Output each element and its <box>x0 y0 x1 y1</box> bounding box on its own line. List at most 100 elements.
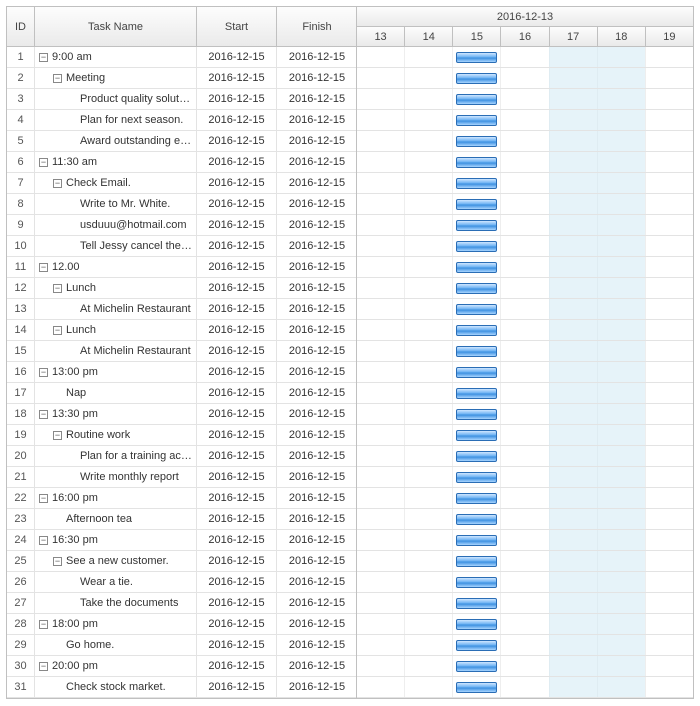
table-row[interactable]: 4Plan for next season.2016-12-152016-12-… <box>7 110 356 131</box>
table-row[interactable]: 27Take the documents2016-12-152016-12-15 <box>7 593 356 614</box>
gantt-bar[interactable] <box>456 640 497 651</box>
table-row[interactable]: 3Product quality solution.2016-12-152016… <box>7 89 356 110</box>
gantt-bar[interactable] <box>456 493 497 504</box>
cell-start: 2016-12-15 <box>197 299 277 319</box>
gantt-bar[interactable] <box>456 283 497 294</box>
cell-start: 2016-12-15 <box>197 572 277 592</box>
table-row[interactable]: 20Plan for a training activity2016-12-15… <box>7 446 356 467</box>
collapse-toggle-icon[interactable]: − <box>39 620 48 629</box>
collapse-toggle-icon[interactable]: − <box>53 431 62 440</box>
gantt-bar[interactable] <box>456 556 497 567</box>
gantt-bar[interactable] <box>456 514 497 525</box>
collapse-toggle-icon[interactable]: − <box>53 557 62 566</box>
gantt-bar[interactable] <box>456 262 497 273</box>
table-row[interactable]: 23Afternoon tea2016-12-152016-12-15 <box>7 509 356 530</box>
timeline-row <box>357 383 693 404</box>
col-header-id[interactable]: ID <box>7 7 35 47</box>
col-header-task[interactable]: Task Name <box>35 7 197 47</box>
cell-finish: 2016-12-15 <box>277 593 357 613</box>
gantt-bar[interactable] <box>456 73 497 84</box>
gantt-bar[interactable] <box>456 304 497 315</box>
collapse-toggle-icon[interactable]: − <box>39 53 48 62</box>
cell-finish: 2016-12-15 <box>277 467 357 487</box>
gantt-bar[interactable] <box>456 220 497 231</box>
gantt-bar[interactable] <box>456 367 497 378</box>
collapse-toggle-icon[interactable]: − <box>39 368 48 377</box>
collapse-toggle-icon[interactable]: − <box>39 263 48 272</box>
table-row[interactable]: 7−Check Email.2016-12-152016-12-15 <box>7 173 356 194</box>
task-name: Tell Jessy cancel the activity. <box>80 240 192 252</box>
table-row[interactable]: 15At Michelin Restaurant2016-12-152016-1… <box>7 341 356 362</box>
table-row[interactable]: 18−13:30 pm2016-12-152016-12-15 <box>7 404 356 425</box>
table-row[interactable]: 14−Lunch2016-12-152016-12-15 <box>7 320 356 341</box>
collapse-toggle-icon[interactable]: − <box>53 326 62 335</box>
collapse-toggle-icon[interactable]: − <box>39 536 48 545</box>
collapse-toggle-icon[interactable]: − <box>39 158 48 167</box>
gantt-bar[interactable] <box>456 241 497 252</box>
task-name: Routine work <box>66 429 130 441</box>
gantt-bar[interactable] <box>456 577 497 588</box>
gantt-bar[interactable] <box>456 661 497 672</box>
table-row[interactable]: 5Award outstanding employee.2016-12-1520… <box>7 131 356 152</box>
cell-id: 31 <box>7 677 35 697</box>
cell-id: 28 <box>7 614 35 634</box>
gantt-bar[interactable] <box>456 388 497 399</box>
collapse-toggle-icon[interactable]: − <box>53 284 62 293</box>
table-row[interactable]: 30−20:00 pm2016-12-152016-12-15 <box>7 656 356 677</box>
table-row[interactable]: 17Nap2016-12-152016-12-15 <box>7 383 356 404</box>
table-row[interactable]: 21Write monthly report2016-12-152016-12-… <box>7 467 356 488</box>
gantt-bar[interactable] <box>456 409 497 420</box>
gantt-bar[interactable] <box>456 346 497 357</box>
table-row[interactable]: 1−9:00 am2016-12-152016-12-15 <box>7 47 356 68</box>
gantt-bar[interactable] <box>456 157 497 168</box>
table-row[interactable]: 29Go home.2016-12-152016-12-15 <box>7 635 356 656</box>
table-row[interactable]: 10Tell Jessy cancel the activity.2016-12… <box>7 236 356 257</box>
gantt-bar[interactable] <box>456 682 497 693</box>
table-row[interactable]: 26Wear a tie.2016-12-152016-12-15 <box>7 572 356 593</box>
cell-finish: 2016-12-15 <box>277 530 357 550</box>
collapse-toggle-icon[interactable]: − <box>39 410 48 419</box>
gantt-bar[interactable] <box>456 178 497 189</box>
gantt-bar[interactable] <box>456 430 497 441</box>
gantt-bar[interactable] <box>456 199 497 210</box>
table-row[interactable]: 13At Michelin Restaurant2016-12-152016-1… <box>7 299 356 320</box>
collapse-toggle-icon[interactable]: − <box>39 662 48 671</box>
gantt-bar[interactable] <box>456 535 497 546</box>
table-row[interactable]: 6−11:30 am2016-12-152016-12-15 <box>7 152 356 173</box>
gantt-bar[interactable] <box>456 472 497 483</box>
cell-id: 20 <box>7 446 35 466</box>
table-row[interactable]: 22−16:00 pm2016-12-152016-12-15 <box>7 488 356 509</box>
col-header-start[interactable]: Start <box>197 7 277 47</box>
col-header-finish[interactable]: Finish <box>277 7 357 47</box>
table-row[interactable]: 2−Meeting2016-12-152016-12-15 <box>7 68 356 89</box>
collapse-toggle-icon[interactable]: − <box>53 74 62 83</box>
table-row[interactable]: 28−18:00 pm2016-12-152016-12-15 <box>7 614 356 635</box>
table-row[interactable]: 9usduuu@hotmail.com2016-12-152016-12-15 <box>7 215 356 236</box>
cell-id: 3 <box>7 89 35 109</box>
gantt-bar[interactable] <box>456 115 497 126</box>
table-row[interactable]: 19−Routine work2016-12-152016-12-15 <box>7 425 356 446</box>
cell-start: 2016-12-15 <box>197 551 277 571</box>
gantt-bar[interactable] <box>456 619 497 630</box>
collapse-toggle-icon[interactable]: − <box>39 494 48 503</box>
gantt-bar[interactable] <box>456 136 497 147</box>
gantt-bar[interactable] <box>456 94 497 105</box>
cell-task: usduuu@hotmail.com <box>35 215 197 235</box>
gantt-bar[interactable] <box>456 598 497 609</box>
cell-task: −Routine work <box>35 425 197 445</box>
table-row[interactable]: 8Write to Mr. White.2016-12-152016-12-15 <box>7 194 356 215</box>
table-row[interactable]: 16−13:00 pm2016-12-152016-12-15 <box>7 362 356 383</box>
timeline-tick: 17 <box>550 27 598 46</box>
collapse-toggle-icon[interactable]: − <box>53 179 62 188</box>
gantt-bar[interactable] <box>456 451 497 462</box>
task-name: 13:30 pm <box>52 408 98 420</box>
cell-start: 2016-12-15 <box>197 257 277 277</box>
timeline-row <box>357 68 693 89</box>
gantt-bar[interactable] <box>456 325 497 336</box>
table-row[interactable]: 11−12.002016-12-152016-12-15 <box>7 257 356 278</box>
table-row[interactable]: 12−Lunch2016-12-152016-12-15 <box>7 278 356 299</box>
gantt-bar[interactable] <box>456 52 497 63</box>
table-row[interactable]: 25−See a new customer.2016-12-152016-12-… <box>7 551 356 572</box>
table-row[interactable]: 31Check stock market.2016-12-152016-12-1… <box>7 677 356 698</box>
table-row[interactable]: 24−16:30 pm2016-12-152016-12-15 <box>7 530 356 551</box>
